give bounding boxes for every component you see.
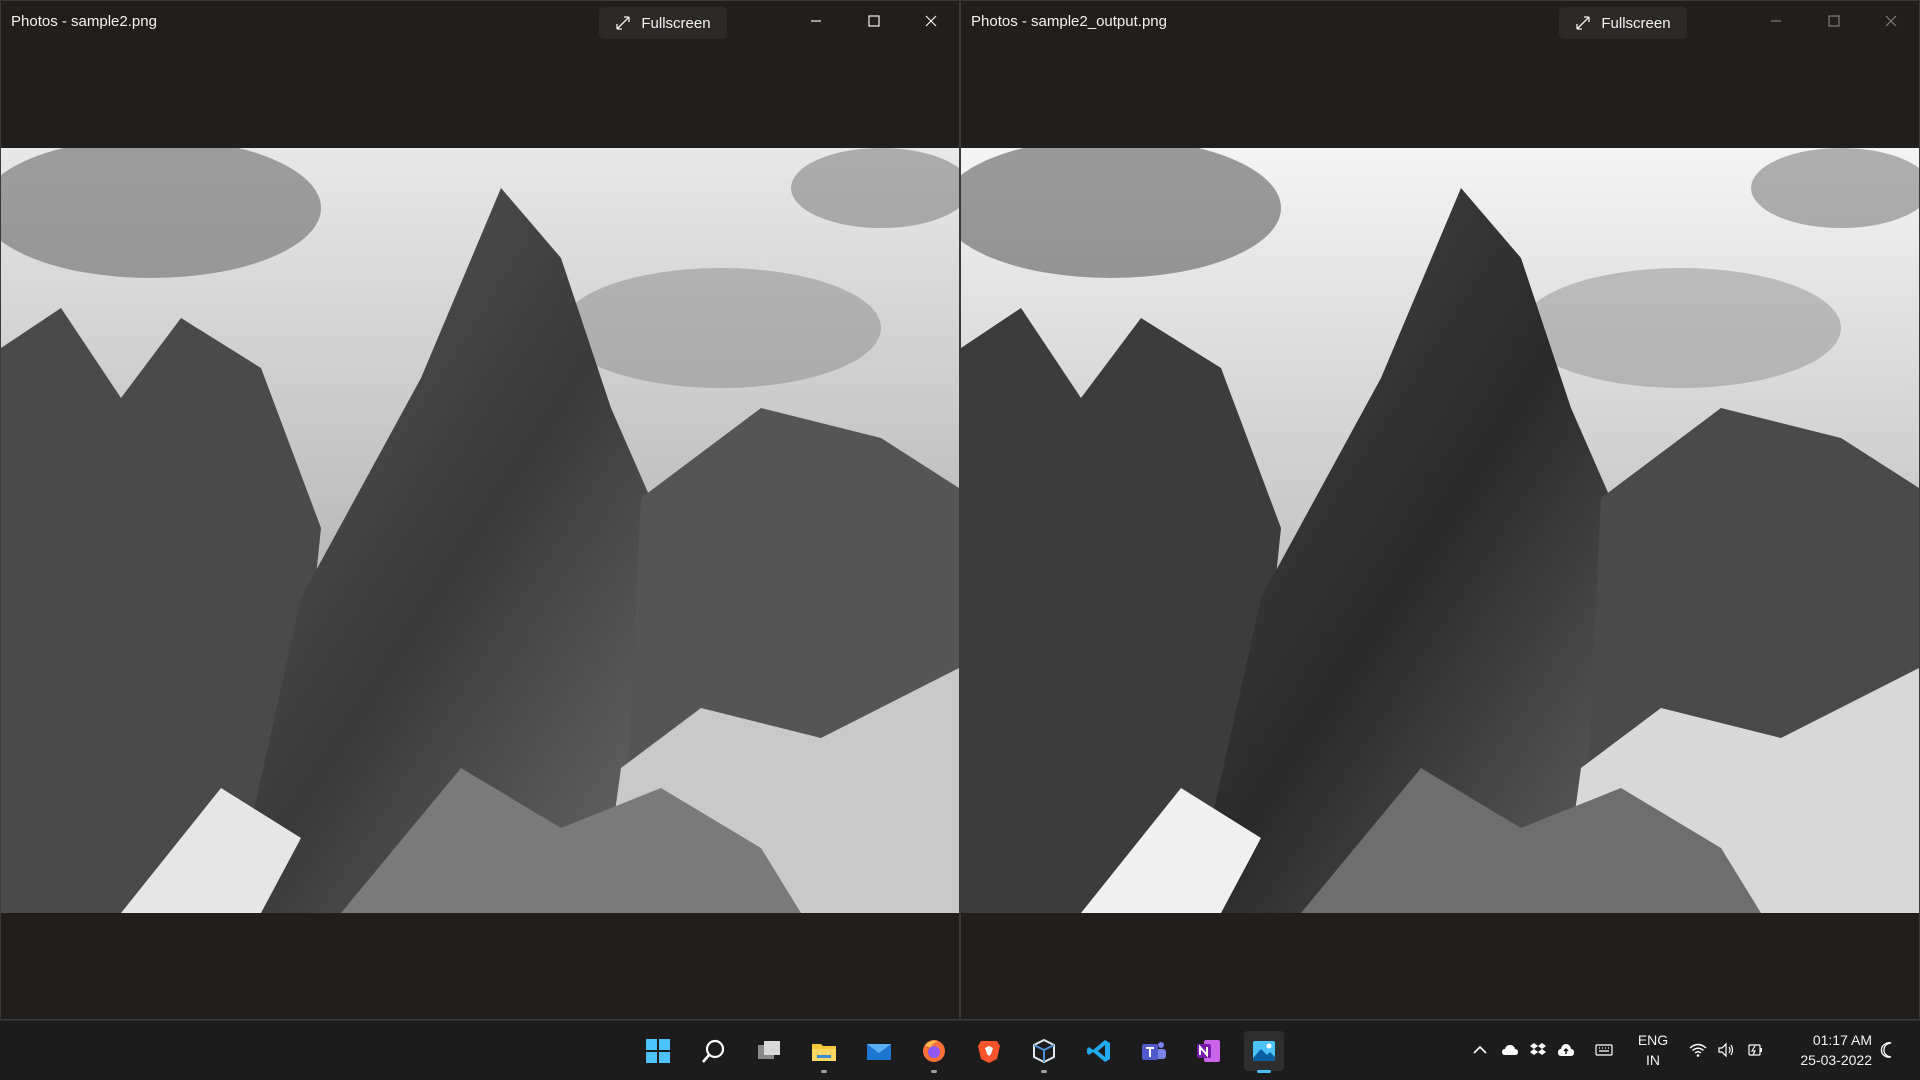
taskbar-app-virtualbox[interactable] (1024, 1031, 1064, 1073)
moon-icon (1880, 1042, 1892, 1058)
tray-battery[interactable] (1746, 1040, 1766, 1060)
minimize-icon (811, 20, 821, 22)
fullscreen-label: Fullscreen (641, 14, 711, 32)
mail-icon (867, 1044, 891, 1060)
tray-volume[interactable] (1716, 1040, 1736, 1060)
title-bar[interactable]: Photos - sample2.png Fullscreen (1, 1, 959, 43)
taskbar-search-button[interactable] (694, 1031, 734, 1071)
battery-charging-icon (1748, 1044, 1762, 1056)
minimize-button[interactable] (1748, 1, 1804, 41)
taskbar-app-onenote[interactable] (1189, 1031, 1229, 1071)
tray-dropbox[interactable] (1528, 1040, 1548, 1060)
expand-icon (616, 16, 631, 30)
vscode-icon (1087, 1040, 1110, 1062)
teams-icon (1142, 1042, 1166, 1060)
chevron-up-icon (1473, 1045, 1487, 1054)
minimize-icon (1771, 20, 1781, 22)
tray-touch-keyboard[interactable] (1594, 1040, 1614, 1060)
taskbar-app-vscode[interactable] (1079, 1031, 1119, 1071)
tray-overflow-button[interactable] (1470, 1040, 1490, 1060)
maximize-icon (1828, 15, 1840, 27)
maximize-icon (868, 15, 880, 27)
running-indicator (931, 1070, 937, 1073)
task-view-button[interactable] (749, 1031, 789, 1071)
window-title: Photos - sample2.png (11, 13, 157, 30)
tray-cloud-sync[interactable] (1556, 1040, 1576, 1060)
onenote-icon (1197, 1040, 1220, 1062)
fullscreen-label: Fullscreen (1601, 14, 1671, 32)
language-code: ENG (1637, 1032, 1669, 1048)
cloud-icon (1502, 1045, 1518, 1055)
taskbar-app-mail[interactable] (859, 1031, 899, 1071)
running-indicator (1041, 1070, 1047, 1073)
search-icon (702, 1039, 725, 1063)
maximize-button[interactable] (1806, 1, 1862, 41)
close-icon (1885, 15, 1897, 27)
taskbar-app-file-explorer[interactable] (804, 1031, 844, 1073)
taskbar-app-photos[interactable] (1244, 1031, 1284, 1073)
photos-window-output: Photos - sample2_output.png Fullscreen (960, 0, 1920, 1020)
photo-canvas[interactable] (1, 148, 959, 913)
speaker-icon (1718, 1042, 1734, 1058)
cube-icon (1033, 1038, 1055, 1064)
windows-logo-icon (646, 1039, 670, 1063)
task-view-icon (758, 1041, 780, 1059)
keyboard-icon (1595, 1044, 1613, 1056)
input-language-indicator[interactable]: ENG IN (1628, 1030, 1678, 1070)
running-indicator (821, 1070, 827, 1073)
fullscreen-button[interactable]: Fullscreen (599, 7, 727, 39)
taskbar-app-firefox[interactable] (914, 1031, 954, 1073)
expand-icon (1576, 16, 1591, 30)
tray-onedrive[interactable] (1500, 1040, 1520, 1060)
running-indicator (1257, 1070, 1271, 1073)
mountain-photo-processed (961, 148, 1919, 913)
photos-window-original: Photos - sample2.png Fullscreen (0, 0, 960, 1020)
clock-date: 25-03-2022 (1800, 1052, 1872, 1068)
region-code: IN (1646, 1052, 1660, 1068)
tray-wifi[interactable] (1688, 1040, 1708, 1060)
minimize-button[interactable] (788, 1, 844, 41)
firefox-icon (923, 1040, 945, 1062)
close-button[interactable] (903, 1, 959, 41)
taskbar-clock[interactable]: 01:17 AM 25-03-2022 (1778, 1030, 1872, 1070)
fullscreen-button[interactable]: Fullscreen (1559, 7, 1687, 39)
start-button[interactable] (638, 1031, 678, 1071)
photos-icon (1253, 1041, 1275, 1061)
photo-canvas[interactable] (961, 148, 1919, 913)
window-title: Photos - sample2_output.png (971, 13, 1167, 30)
tray-focus-assist[interactable] (1878, 1040, 1898, 1060)
taskbar-app-brave[interactable] (969, 1031, 1009, 1071)
maximize-button[interactable] (846, 1, 902, 41)
taskbar-app-teams[interactable] (1134, 1031, 1174, 1071)
brave-icon (978, 1041, 1000, 1063)
cloud-upload-icon (1558, 1044, 1574, 1056)
clock-time: 01:17 AM (1812, 1032, 1872, 1048)
close-icon (925, 15, 937, 27)
wifi-icon (1689, 1043, 1707, 1057)
close-button[interactable] (1863, 1, 1919, 41)
folder-icon (812, 1044, 836, 1061)
title-bar[interactable]: Photos - sample2_output.png Fullscreen (961, 1, 1919, 43)
dropbox-icon (1530, 1043, 1546, 1055)
mountain-photo (1, 148, 959, 913)
